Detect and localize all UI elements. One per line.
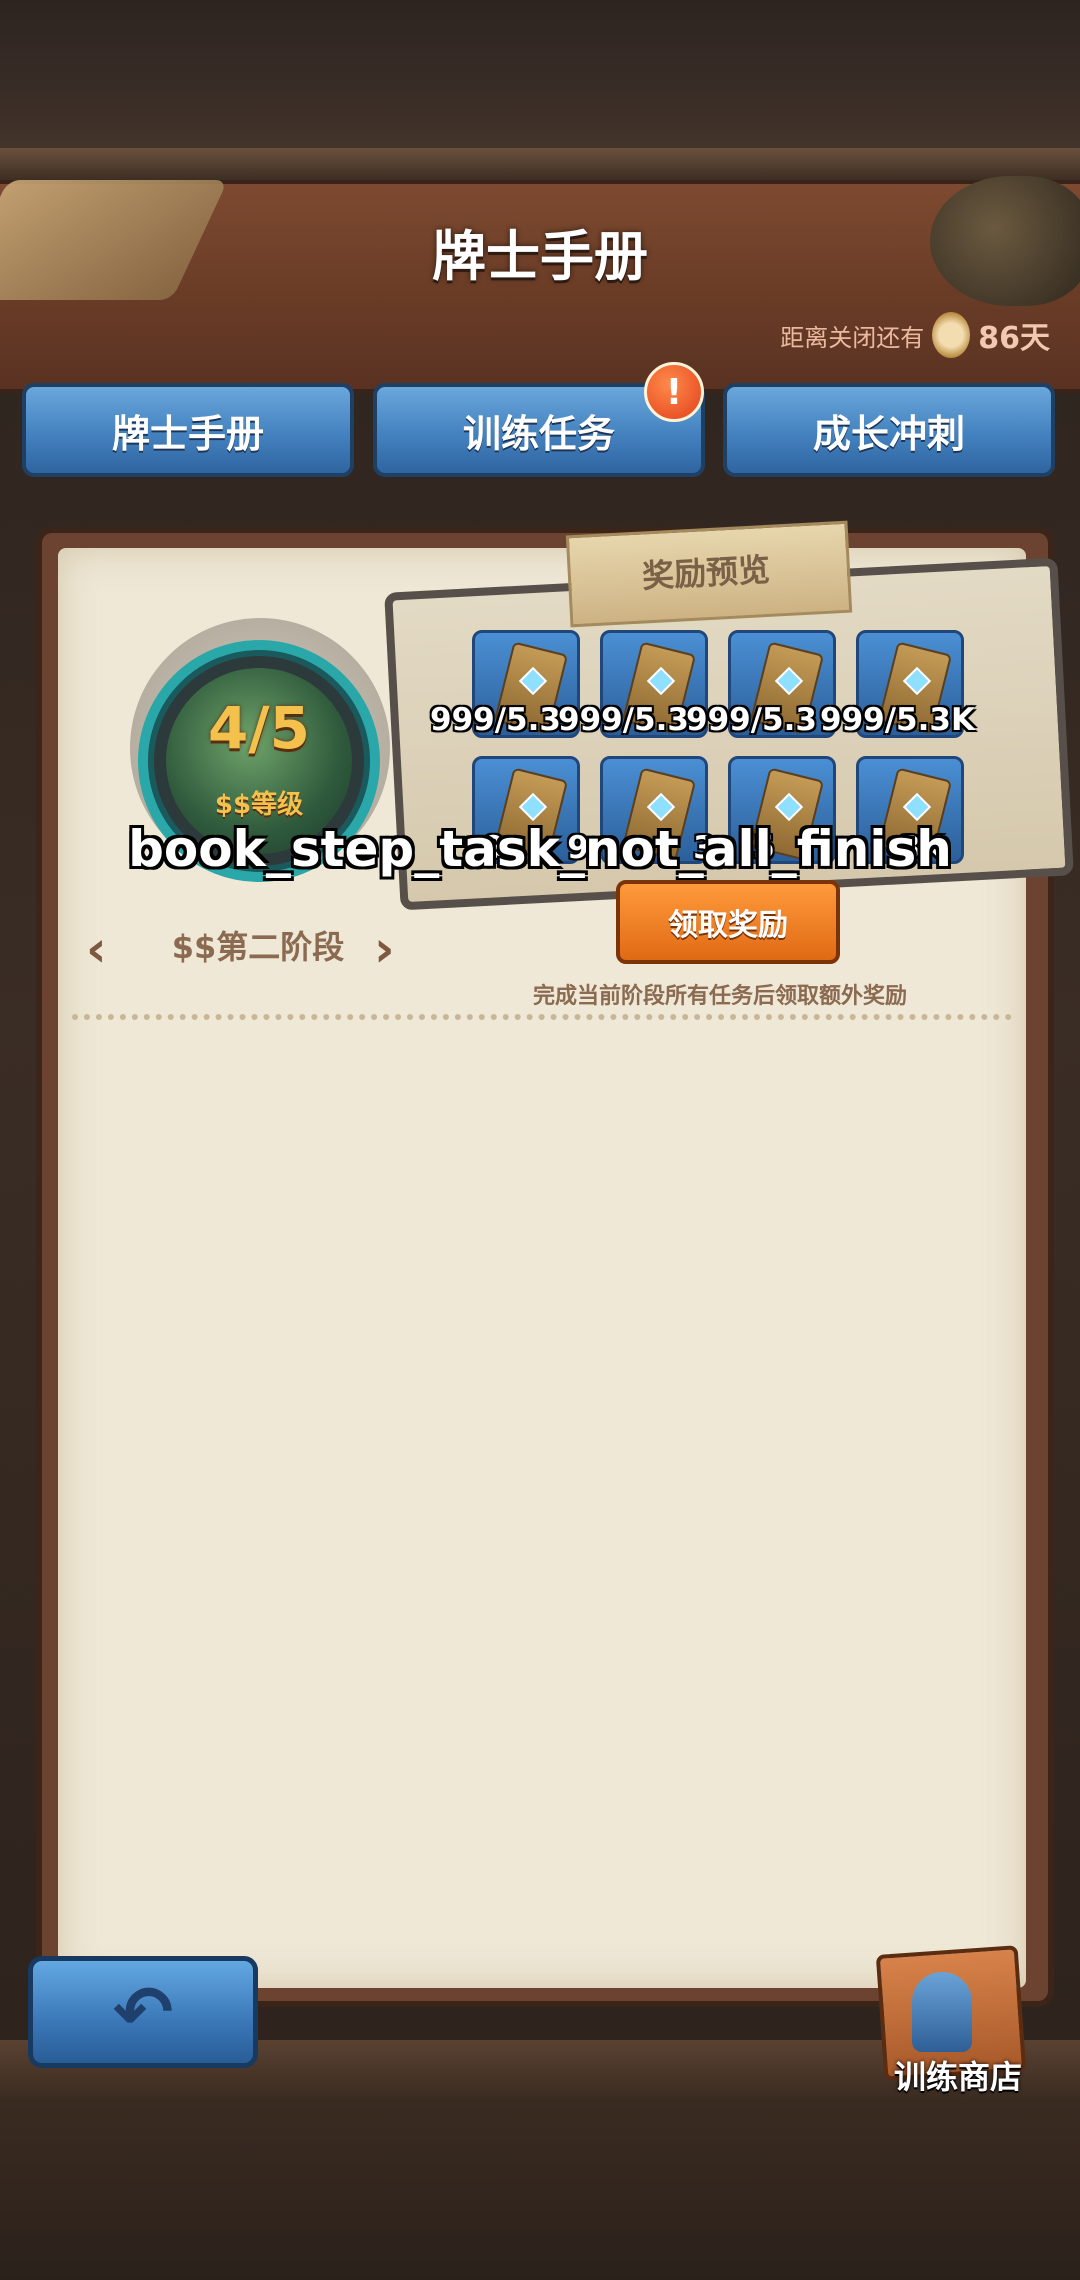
top-wood-trim xyxy=(0,148,1080,180)
reward-item-count: 999/5.3 xyxy=(686,702,817,738)
page-title: 牌士手册 xyxy=(432,225,648,288)
reward-item-count: 999/5.3 xyxy=(430,702,561,738)
chevron-left-icon[interactable]: ‹ xyxy=(86,920,107,978)
tab-label: 成长冲刺 xyxy=(812,411,965,456)
stage-label: $$第二阶段 xyxy=(171,928,345,966)
tab-growth-sprint[interactable]: 成长冲刺 xyxy=(723,383,1055,477)
tab-label: 牌士手册 xyxy=(111,411,264,456)
countdown: 距离关闭还有 86天 xyxy=(780,312,1050,358)
back-arrow-icon: ↶ xyxy=(112,1970,174,2054)
countdown-days: 86天 xyxy=(978,321,1050,356)
back-button[interactable]: ↶ xyxy=(28,1956,258,2068)
tab-handbook[interactable]: 牌士手册 xyxy=(22,383,354,477)
debug-overlay-text: book_step_task_not_all_finish xyxy=(128,820,952,878)
countdown-prefix: 距离关闭还有 xyxy=(780,323,925,352)
section-divider xyxy=(72,1014,1012,1020)
training-shop-label[interactable]: 训练商店 xyxy=(868,2052,1048,2098)
reward-item-count: 999/5.3 xyxy=(558,702,689,738)
level-value: 4/5 xyxy=(208,694,310,762)
claim-reward-button[interactable]: 领取奖励 xyxy=(616,880,840,964)
hourglass-icon xyxy=(932,312,971,358)
claim-hint-text: 完成当前阶段所有任务后领取额外奖励 xyxy=(532,984,907,1009)
claim-reward-label: 领取奖励 xyxy=(668,908,788,943)
level-label: $$等级 xyxy=(214,790,304,820)
reward-item-count: 999/5.3K xyxy=(820,702,975,738)
tab-label: 训练任务 xyxy=(462,411,615,456)
alert-badge-icon: ! xyxy=(644,362,704,422)
chevron-right-icon[interactable]: › xyxy=(374,920,395,978)
shopkeeper-icon xyxy=(912,1972,972,2052)
